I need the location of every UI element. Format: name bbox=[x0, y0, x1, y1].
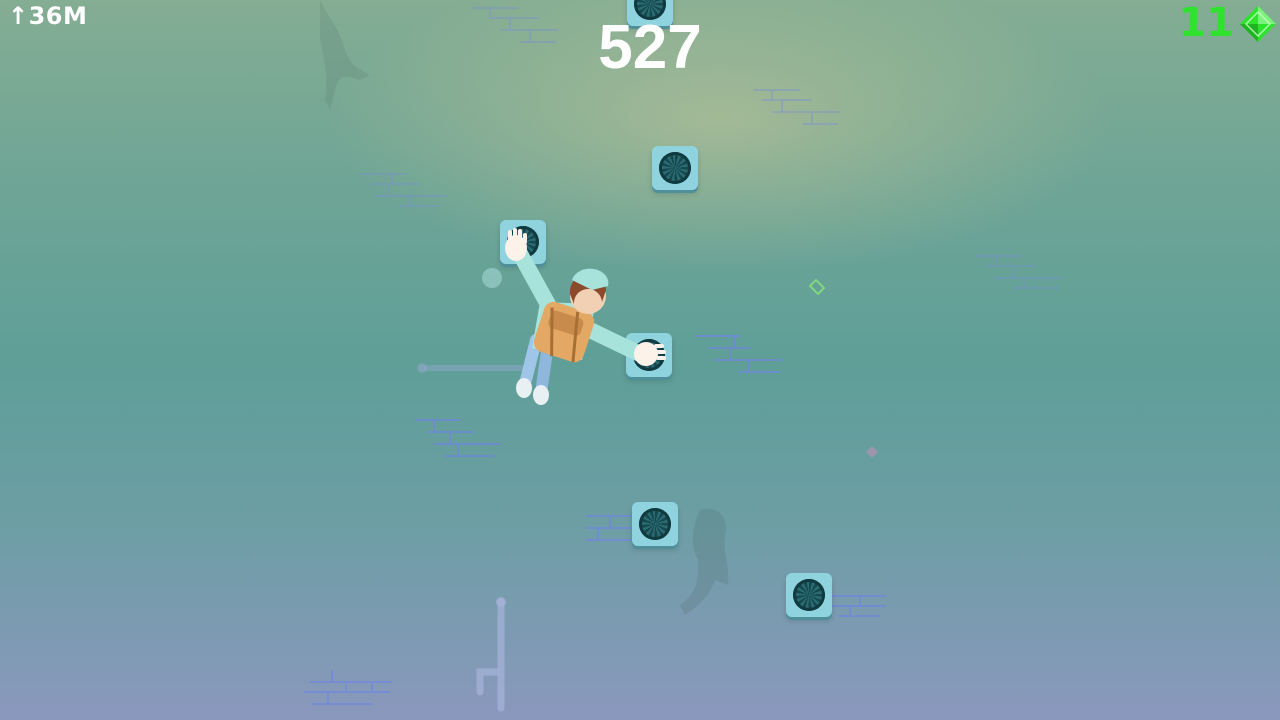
hold[interactable] bbox=[632, 502, 678, 546]
sparkle-pink bbox=[866, 446, 878, 458]
wall-bricks bbox=[694, 332, 786, 374]
player-climber bbox=[482, 228, 666, 405]
gem-count: 11 bbox=[1178, 0, 1234, 46]
wall-bricks bbox=[358, 170, 450, 212]
sparkle-green bbox=[808, 278, 826, 296]
hold[interactable] bbox=[786, 573, 832, 617]
wall-bricks bbox=[752, 86, 842, 128]
wall-bricks bbox=[974, 252, 1066, 292]
gem-icon bbox=[1240, 6, 1276, 42]
height-indicator: ↑36M bbox=[8, 2, 88, 30]
hold[interactable] bbox=[652, 146, 698, 190]
game-scene[interactable]: ↑36M 527 11 bbox=[0, 0, 1280, 720]
wall-bricks bbox=[302, 668, 394, 710]
wall-pipe-vertical bbox=[476, 597, 506, 712]
wall-bricks bbox=[414, 416, 504, 458]
score-counter: 527 bbox=[598, 13, 702, 82]
shadow-figure-top bbox=[320, 0, 370, 110]
